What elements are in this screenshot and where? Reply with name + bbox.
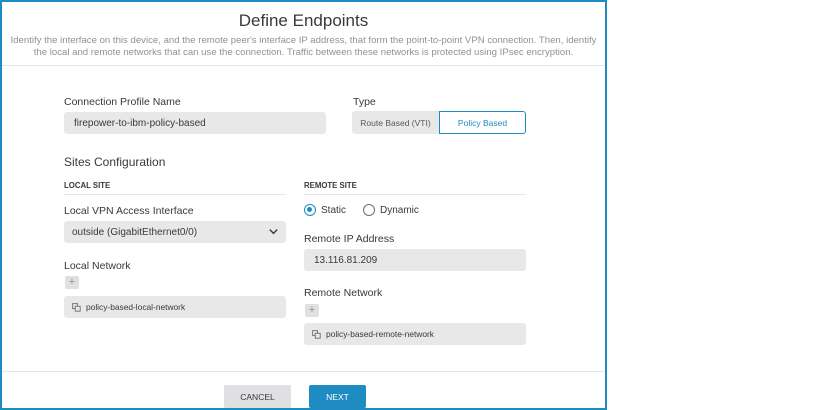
connection-profile-label: Connection Profile Name (64, 96, 181, 108)
remote-ip-label: Remote IP Address (304, 233, 395, 245)
add-local-network-button[interactable]: + (65, 276, 79, 289)
local-interface-select[interactable]: outside (GigabitEthernet0/0) (64, 221, 286, 243)
local-network-name: policy-based-local-network (86, 302, 186, 312)
define-endpoints-dialog: Define Endpoints Identify the interface … (0, 0, 607, 410)
remote-dynamic-label: Dynamic (380, 204, 419, 216)
connection-profile-input[interactable]: firepower-to-ibm-policy-based (64, 112, 326, 134)
remote-site-heading: REMOTE SITE (304, 181, 357, 190)
type-label: Type (353, 96, 376, 108)
network-object-icon (72, 302, 81, 312)
cancel-button[interactable]: CANCEL (224, 385, 291, 408)
remote-network-item[interactable]: policy-based-remote-network (304, 323, 526, 345)
local-interface-label: Local VPN Access Interface (64, 205, 194, 217)
radio-checked-icon (304, 204, 316, 216)
chevron-down-icon (269, 229, 278, 235)
local-network-label: Local Network (64, 260, 131, 272)
dialog-description: Identify the interface on this device, a… (10, 35, 597, 58)
radio-unchecked-icon (363, 204, 375, 216)
dialog-title: Define Endpoints (238, 11, 369, 30)
type-policy-based-button[interactable]: Policy Based (439, 111, 526, 134)
remote-dynamic-radio[interactable]: Dynamic (363, 204, 419, 216)
type-route-based-button[interactable]: Route Based (VTI) (352, 111, 439, 134)
local-interface-value: outside (GigabitEthernet0/0) (72, 226, 198, 238)
remote-ip-input[interactable]: 13.116.81.209 (304, 249, 526, 271)
remote-site-divider (304, 194, 526, 195)
next-button[interactable]: NEXT (309, 385, 366, 408)
local-site-heading: LOCAL SITE (64, 181, 111, 190)
remote-static-radio[interactable]: Static (304, 204, 346, 216)
remote-network-label: Remote Network (304, 287, 383, 299)
footer-divider (2, 371, 605, 372)
network-object-icon (312, 329, 321, 339)
add-remote-network-button[interactable]: + (305, 304, 319, 317)
local-site-divider (64, 194, 286, 195)
remote-static-label: Static (321, 204, 347, 216)
sites-configuration-title: Sites Configuration (64, 155, 166, 169)
remote-network-name: policy-based-remote-network (326, 329, 434, 339)
local-network-item[interactable]: policy-based-local-network (64, 296, 286, 318)
header-divider (2, 65, 605, 66)
